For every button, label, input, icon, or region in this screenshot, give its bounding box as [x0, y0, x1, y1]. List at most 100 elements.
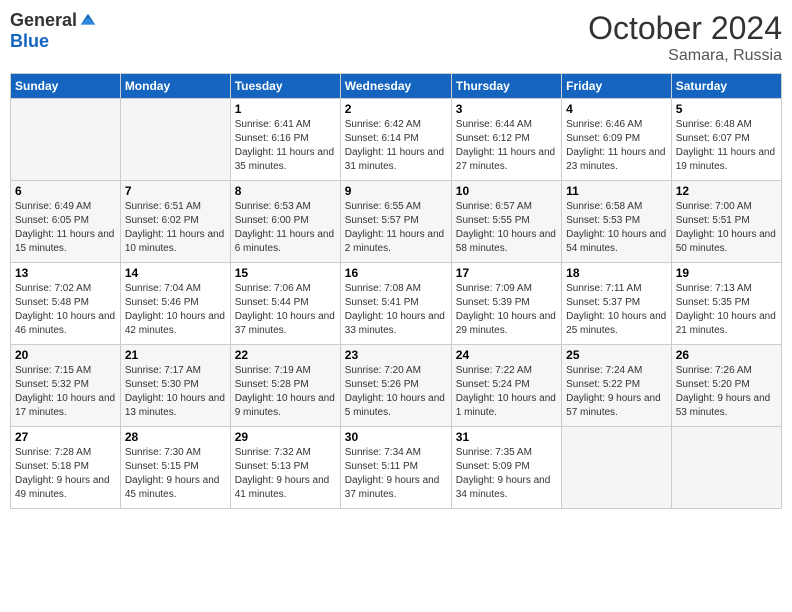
day-info: Sunrise: 7:04 AMSunset: 5:46 PMDaylight:…	[125, 282, 226, 338]
table-row: 9 Sunrise: 6:55 AMSunset: 5:57 PMDaylight…	[340, 181, 451, 263]
day-info: Sunrise: 7:06 AMSunset: 5:44 PMDaylight:…	[235, 282, 336, 338]
day-info: Sunrise: 6:41 AMSunset: 6:16 PMDaylight:…	[235, 118, 336, 174]
day-info: Sunrise: 6:46 AMSunset: 6:09 PMDaylight:…	[566, 118, 667, 174]
logo-general-text: General	[10, 10, 77, 31]
day-info: Sunrise: 7:11 AMSunset: 5:37 PMDaylight:…	[566, 282, 667, 338]
day-number: 3	[456, 102, 557, 116]
day-number: 6	[15, 184, 116, 198]
table-row: 22 Sunrise: 7:19 AMSunset: 5:28 PMDayligh…	[230, 345, 340, 427]
day-number: 24	[456, 348, 557, 362]
day-number: 25	[566, 348, 667, 362]
logo-icon	[79, 12, 97, 30]
table-row: 30Sunrise: 7:34 AMSunset: 5:11 PMDayligh…	[340, 427, 451, 509]
col-tuesday: Tuesday	[230, 74, 340, 99]
table-row: 7 Sunrise: 6:51 AMSunset: 6:02 PMDaylight…	[120, 181, 230, 263]
day-info: Sunrise: 7:32 AMSunset: 5:13 PMDaylight:…	[235, 446, 336, 502]
day-info: Sunrise: 6:55 AMSunset: 5:57 PMDaylight:…	[345, 200, 447, 256]
table-row: 3 Sunrise: 6:44 AMSunset: 6:12 PMDaylight…	[451, 99, 561, 181]
table-row: 4 Sunrise: 6:46 AMSunset: 6:09 PMDaylight…	[562, 99, 672, 181]
table-row: 28 Sunrise: 7:30 AMSunset: 5:15 PMDayligh…	[120, 427, 230, 509]
table-row: 13 Sunrise: 7:02 AMSunset: 5:48 PMDayligh…	[11, 263, 121, 345]
day-number: 11	[566, 184, 667, 198]
table-row: 5Sunrise: 6:48 AMSunset: 6:07 PMDaylight…	[671, 99, 781, 181]
table-row: 26Sunrise: 7:26 AMSunset: 5:20 PMDayligh…	[671, 345, 781, 427]
month-title: October 2024	[588, 10, 782, 47]
table-row: 17 Sunrise: 7:09 AMSunset: 5:39 PMDayligh…	[451, 263, 561, 345]
day-number: 21	[125, 348, 226, 362]
calendar-week-row: 1Sunrise: 6:41 AMSunset: 6:16 PMDaylight…	[11, 99, 782, 181]
day-info: Sunrise: 7:28 AMSunset: 5:18 PMDaylight:…	[15, 446, 116, 502]
col-saturday: Saturday	[671, 74, 781, 99]
day-number: 8	[235, 184, 336, 198]
day-number: 16	[345, 266, 447, 280]
day-number: 9	[345, 184, 447, 198]
day-info: Sunrise: 6:42 AMSunset: 6:14 PMDaylight:…	[345, 118, 447, 174]
page-header: General Blue October 2024 Samara, Russia	[10, 10, 782, 65]
day-info: Sunrise: 7:15 AMSunset: 5:32 PMDaylight:…	[15, 364, 116, 420]
table-row	[671, 427, 781, 509]
day-number: 4	[566, 102, 667, 116]
day-info: Sunrise: 7:02 AMSunset: 5:48 PMDaylight:…	[15, 282, 116, 338]
day-info: Sunrise: 7:30 AMSunset: 5:15 PMDaylight:…	[125, 446, 226, 502]
table-row: 12 Sunrise: 7:00 AMSunset: 5:51 PMDayligh…	[671, 181, 781, 263]
day-info: Sunrise: 6:51 AMSunset: 6:02 PMDaylight:…	[125, 200, 226, 256]
day-number: 19	[676, 266, 777, 280]
day-info: Sunrise: 7:24 AMSunset: 5:22 PMDaylight:…	[566, 364, 667, 420]
table-row: 6 Sunrise: 6:49 AMSunset: 6:05 PMDaylight…	[11, 181, 121, 263]
day-number: 7	[125, 184, 226, 198]
table-row	[562, 427, 672, 509]
day-number: 22	[235, 348, 336, 362]
day-info: Sunrise: 7:13 AMSunset: 5:35 PMDaylight:…	[676, 282, 777, 338]
day-info: Sunrise: 6:49 AMSunset: 6:05 PMDaylight:…	[15, 200, 116, 256]
day-info: Sunrise: 7:17 AMSunset: 5:30 PMDaylight:…	[125, 364, 226, 420]
table-row: 11 Sunrise: 6:58 AMSunset: 5:53 PMDayligh…	[562, 181, 672, 263]
table-row: 31Sunrise: 7:35 AMSunset: 5:09 PMDayligh…	[451, 427, 561, 509]
table-row	[11, 99, 121, 181]
day-info: Sunrise: 7:35 AMSunset: 5:09 PMDaylight:…	[456, 446, 557, 502]
table-row: 25 Sunrise: 7:24 AMSunset: 5:22 PMDayligh…	[562, 345, 672, 427]
title-section: October 2024 Samara, Russia	[588, 10, 782, 65]
day-info: Sunrise: 7:00 AMSunset: 5:51 PMDaylight:…	[676, 200, 777, 256]
col-thursday: Thursday	[451, 74, 561, 99]
table-row	[120, 99, 230, 181]
table-row: 10 Sunrise: 6:57 AMSunset: 5:55 PMDayligh…	[451, 181, 561, 263]
table-row: 15 Sunrise: 7:06 AMSunset: 5:44 PMDayligh…	[230, 263, 340, 345]
day-number: 12	[676, 184, 777, 198]
day-info: Sunrise: 7:09 AMSunset: 5:39 PMDaylight:…	[456, 282, 557, 338]
table-row: 18 Sunrise: 7:11 AMSunset: 5:37 PMDayligh…	[562, 263, 672, 345]
calendar-week-row: 27Sunrise: 7:28 AMSunset: 5:18 PMDayligh…	[11, 427, 782, 509]
day-number: 13	[15, 266, 116, 280]
table-row: 1Sunrise: 6:41 AMSunset: 6:16 PMDaylight…	[230, 99, 340, 181]
table-row: 27Sunrise: 7:28 AMSunset: 5:18 PMDayligh…	[11, 427, 121, 509]
day-number: 28	[125, 430, 226, 444]
day-info: Sunrise: 6:44 AMSunset: 6:12 PMDaylight:…	[456, 118, 557, 174]
day-number: 14	[125, 266, 226, 280]
day-number: 2	[345, 102, 447, 116]
day-info: Sunrise: 6:53 AMSunset: 6:00 PMDaylight:…	[235, 200, 336, 256]
table-row: 21 Sunrise: 7:17 AMSunset: 5:30 PMDayligh…	[120, 345, 230, 427]
day-number: 10	[456, 184, 557, 198]
table-row: 24Sunrise: 7:22 AMSunset: 5:24 PMDayligh…	[451, 345, 561, 427]
table-row: 8 Sunrise: 6:53 AMSunset: 6:00 PMDaylight…	[230, 181, 340, 263]
calendar-table: Sunday Monday Tuesday Wednesday Thursday…	[10, 73, 782, 509]
day-number: 18	[566, 266, 667, 280]
day-number: 30	[345, 430, 447, 444]
day-info: Sunrise: 7:19 AMSunset: 5:28 PMDaylight:…	[235, 364, 336, 420]
day-number: 5	[676, 102, 777, 116]
table-row: 23 Sunrise: 7:20 AMSunset: 5:26 PMDayligh…	[340, 345, 451, 427]
day-info: Sunrise: 7:20 AMSunset: 5:26 PMDaylight:…	[345, 364, 447, 420]
calendar-week-row: 6 Sunrise: 6:49 AMSunset: 6:05 PMDaylight…	[11, 181, 782, 263]
day-number: 23	[345, 348, 447, 362]
table-row: 2 Sunrise: 6:42 AMSunset: 6:14 PMDaylight…	[340, 99, 451, 181]
day-number: 29	[235, 430, 336, 444]
day-number: 15	[235, 266, 336, 280]
table-row: 16Sunrise: 7:08 AMSunset: 5:41 PMDayligh…	[340, 263, 451, 345]
day-info: Sunrise: 6:57 AMSunset: 5:55 PMDaylight:…	[456, 200, 557, 256]
calendar-week-row: 20 Sunrise: 7:15 AMSunset: 5:32 PMDayligh…	[11, 345, 782, 427]
table-row: 14 Sunrise: 7:04 AMSunset: 5:46 PMDayligh…	[120, 263, 230, 345]
calendar-header-row: Sunday Monday Tuesday Wednesday Thursday…	[11, 74, 782, 99]
day-number: 20	[15, 348, 116, 362]
col-wednesday: Wednesday	[340, 74, 451, 99]
day-info: Sunrise: 6:58 AMSunset: 5:53 PMDaylight:…	[566, 200, 667, 256]
day-number: 17	[456, 266, 557, 280]
